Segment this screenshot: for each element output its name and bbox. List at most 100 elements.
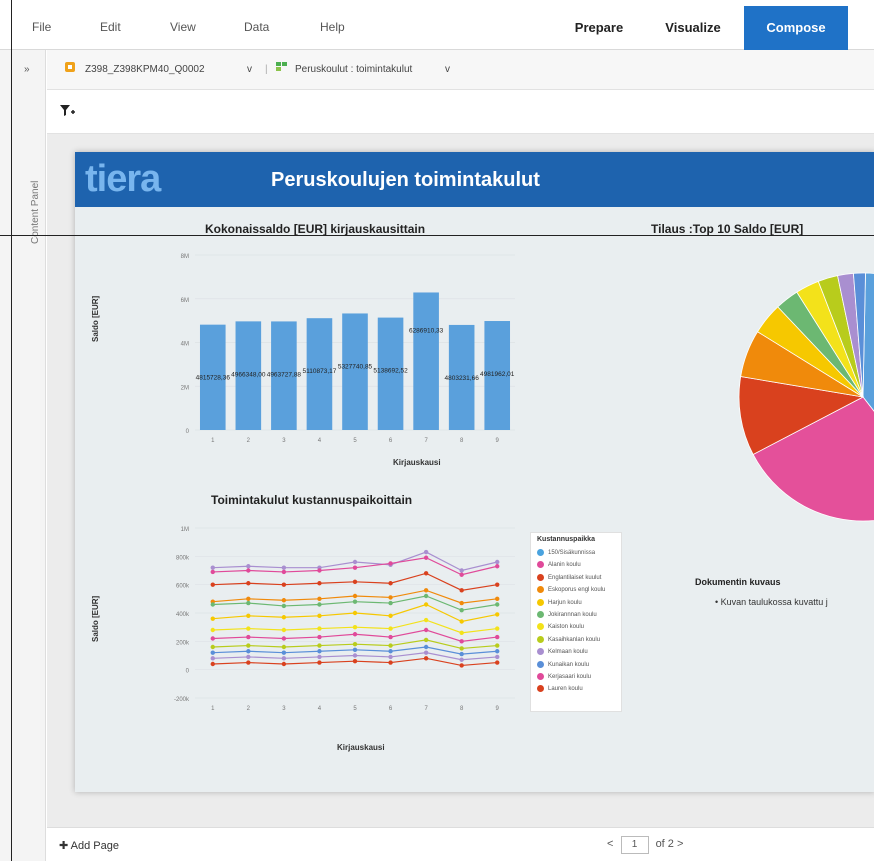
- document-description-title: Dokumentin kuvaus: [695, 577, 781, 587]
- legend-swatch: [537, 611, 544, 618]
- series-point: [388, 561, 393, 566]
- page-count-label: of 2: [655, 838, 674, 850]
- series-point: [423, 637, 429, 643]
- series-point: [388, 595, 393, 600]
- legend-swatch: [537, 673, 544, 680]
- menu-edit[interactable]: Edit: [100, 20, 121, 34]
- legend-label: Kelmaan koulu: [548, 649, 588, 656]
- series-point: [388, 581, 393, 586]
- series-point: [495, 559, 500, 565]
- series-point: [423, 617, 429, 623]
- series-point: [317, 654, 322, 660]
- legend-item: Kerjasaari koulu: [537, 673, 591, 680]
- series-point: [495, 582, 500, 587]
- document-description-item: • Kuvan taulukossa kuvattu j: [715, 597, 828, 607]
- series-point: [317, 602, 322, 607]
- bar-data-label: 4803231,66: [444, 375, 479, 382]
- line-ytick-label: 800k: [176, 555, 190, 561]
- series-point: [246, 654, 251, 660]
- line-xtick-label: 2: [247, 706, 251, 712]
- view-name-label[interactable]: Peruskoulut : toimintakulut: [295, 64, 412, 75]
- series-point: [423, 571, 429, 576]
- series-point: [388, 626, 393, 631]
- series-point: [281, 569, 287, 575]
- bar-xtick-label: 9: [496, 438, 500, 442]
- series-point: [246, 643, 251, 648]
- bar-xtick-label: 2: [247, 438, 251, 442]
- bar-chart-xlabel: Kirjauskausi: [393, 458, 441, 467]
- bar-ytick-label: 2M: [181, 385, 189, 391]
- expand-panel-icon[interactable]: »: [24, 64, 30, 75]
- query-source-label[interactable]: Z398_Z398KPM40_Q0002: [85, 64, 205, 75]
- view-dropdown[interactable]: v: [445, 64, 450, 75]
- legend-label: Englantilaiset kuulut: [548, 574, 602, 581]
- menu-help[interactable]: Help: [320, 20, 345, 34]
- line-xtick-label: 8: [460, 706, 464, 712]
- line-ytick-label: 200k: [176, 640, 190, 646]
- tab-compose[interactable]: Compose: [744, 6, 848, 50]
- content-panel-label[interactable]: Content Panel: [30, 181, 41, 244]
- legend-swatch: [537, 561, 544, 569]
- legend-swatch: [537, 549, 544, 556]
- series-point: [281, 656, 287, 661]
- line-chart-xlabel: Kirjauskausi: [337, 743, 385, 752]
- series-point: [423, 602, 429, 607]
- series-point: [495, 660, 500, 665]
- series-point: [495, 654, 500, 660]
- next-page-button[interactable]: >: [677, 838, 683, 850]
- menu-view[interactable]: View: [170, 20, 196, 34]
- series-point: [352, 647, 358, 653]
- filter-add-icon[interactable]: [59, 104, 75, 123]
- bar-data-label: 4963727,88: [267, 371, 302, 378]
- tab-prepare[interactable]: Prepare: [555, 6, 643, 50]
- bar-xtick-label: 5: [353, 438, 357, 442]
- menu-data[interactable]: Data: [244, 20, 269, 34]
- series-point: [459, 600, 464, 606]
- series-point: [317, 596, 322, 602]
- bar-chart: 0 2M 4M 6M 8M 4815728,36 1 4966348,00 2 4963727,8…: [181, 254, 515, 442]
- legend-label: 150/Sisäkunnissa: [548, 550, 596, 557]
- add-page-button[interactable]: ✚ Add Page: [59, 839, 119, 852]
- series-point: [210, 565, 215, 570]
- series-point: [459, 663, 464, 668]
- series-point: [495, 643, 500, 648]
- line-ytick-label: -200k: [174, 697, 190, 703]
- prev-page-button[interactable]: <: [607, 838, 613, 850]
- series-point: [388, 634, 393, 640]
- menu-bar: File Edit View Data Help Prepare Visuali…: [0, 0, 874, 50]
- pie-chart-title: Tilaus :Top 10 Saldo [EUR]: [651, 222, 804, 236]
- series-point: [210, 644, 215, 650]
- bar: [342, 313, 368, 430]
- bar-chart-ylabel: Saldo [EUR]: [91, 295, 100, 342]
- bar-data-label: 6286910,33: [409, 327, 444, 334]
- tab-visualize[interactable]: Visualize: [645, 6, 741, 50]
- series-point: [459, 619, 464, 624]
- series-point: [388, 613, 393, 619]
- pie-chart: [738, 272, 874, 522]
- menu-file[interactable]: File: [32, 20, 51, 34]
- series-point: [281, 603, 287, 609]
- app-window: File Edit View Data Help Prepare Visuali…: [0, 0, 874, 861]
- bar-data-label: 5110873,17: [303, 368, 337, 375]
- legend-label: Lauren koulu: [548, 686, 583, 693]
- series-point: [459, 588, 464, 593]
- report-page[interactable]: tiera Peruskoulujen toimintakulut Kokona…: [75, 152, 874, 792]
- series-point: [388, 600, 393, 606]
- series-point: [246, 634, 251, 640]
- bar-chart-title: Kokonaissaldo [EUR] kirjauskausittain: [205, 222, 426, 236]
- filter-bar: [47, 90, 874, 134]
- series-point: [281, 598, 287, 603]
- page-number-input[interactable]: 1: [620, 836, 649, 854]
- bar-ytick-label: 6M: [181, 298, 189, 304]
- query-source-dropdown[interactable]: v: [247, 64, 252, 75]
- series-point: [281, 582, 287, 587]
- page-footer: ✚ Add Page < 1 of 2 >: [47, 827, 874, 861]
- series-point: [459, 646, 464, 651]
- line-chart-ylabel: Saldo [EUR]: [91, 595, 100, 642]
- line-ytick-label: 600k: [176, 584, 190, 590]
- series-point: [246, 596, 251, 602]
- legend-item: Harjun koulu: [537, 598, 582, 606]
- legend-label: Jokirannnan koulu: [548, 612, 597, 619]
- series-point: [352, 624, 358, 630]
- series-point: [246, 626, 251, 631]
